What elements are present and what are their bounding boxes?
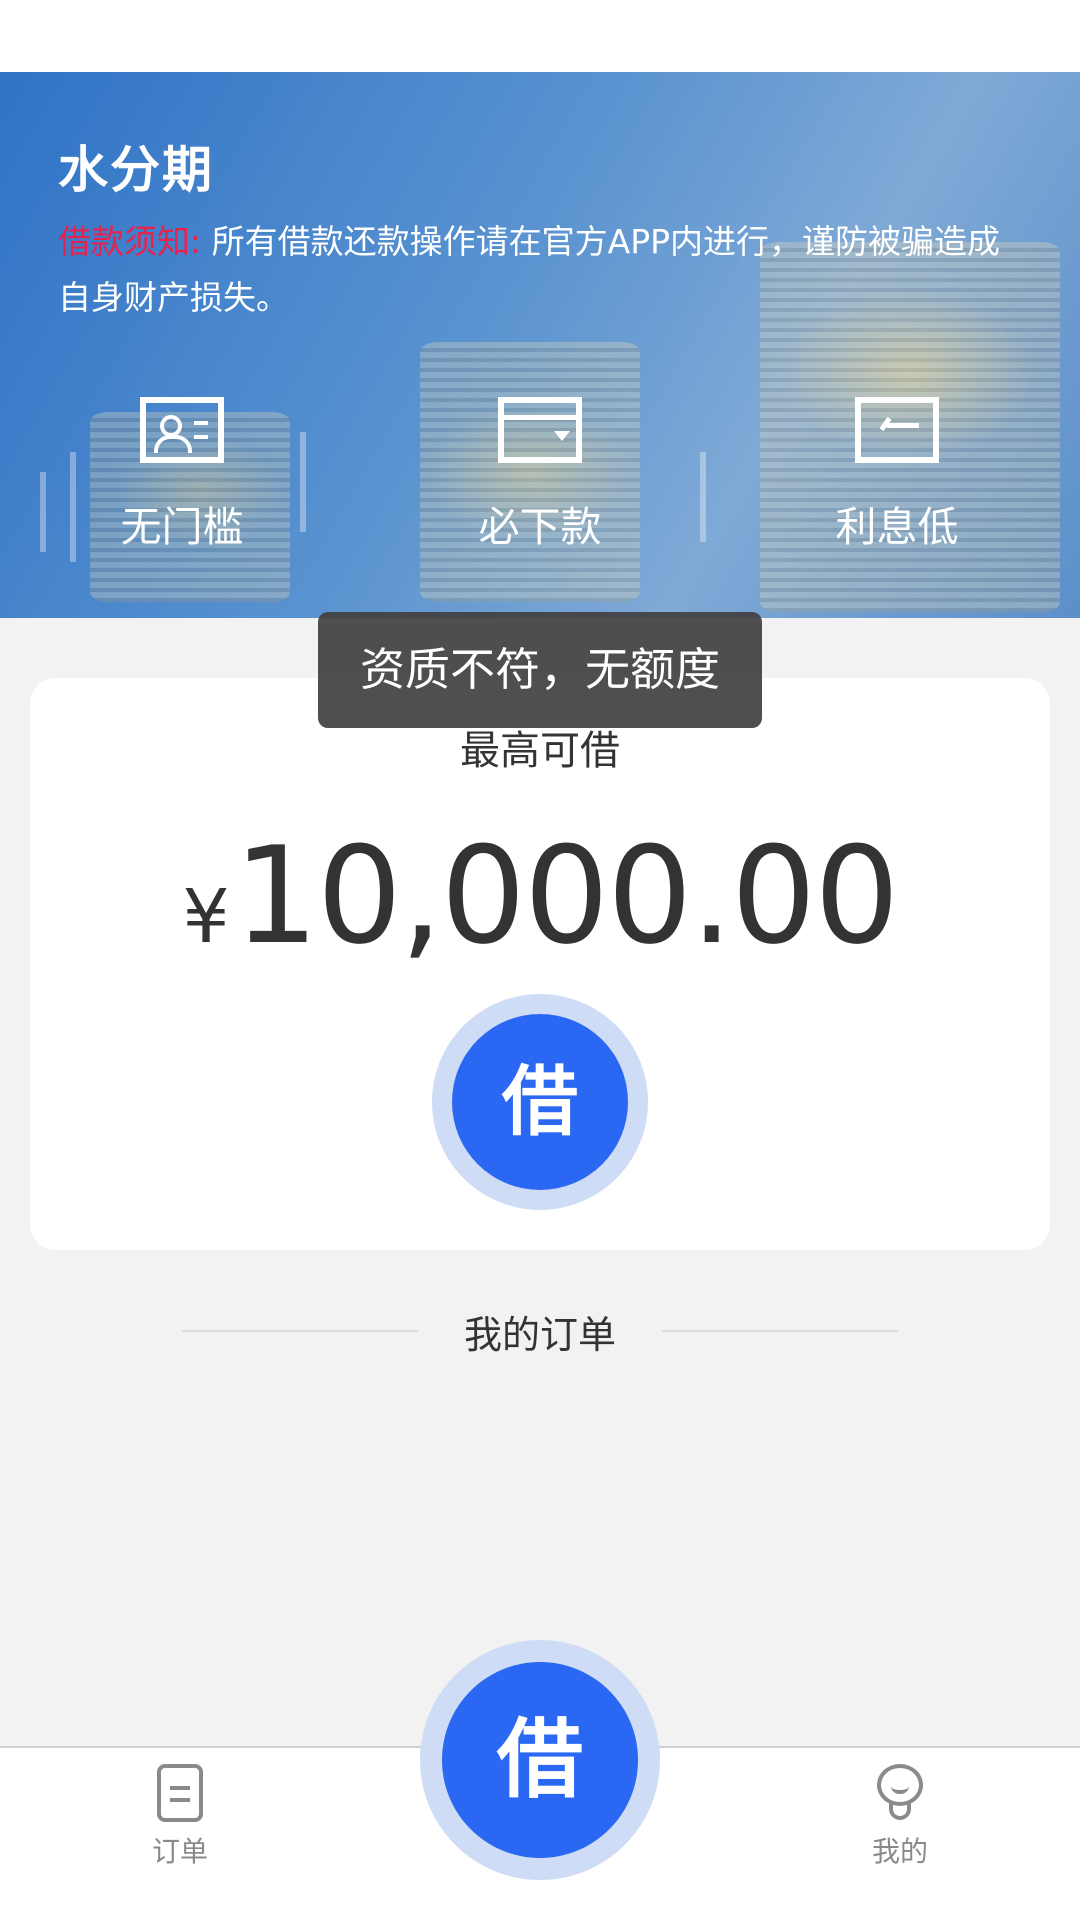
my-orders-title: 我的订单 xyxy=(463,1313,616,1357)
id-card-icon xyxy=(140,397,224,463)
feature-guaranteed: 必下款 xyxy=(430,397,650,577)
amount-value: 10,000.00 xyxy=(233,818,900,974)
orders-section-header: 我的订单 xyxy=(0,1300,1080,1360)
tab-borrow-label: 借 xyxy=(442,1662,638,1858)
notice: 借款须知: 所有借款还款操作请在官方APP内进行，谨防被骗造成自身财产损失。 xyxy=(58,214,1028,326)
tab-mine[interactable]: 我的 xyxy=(800,1764,1000,1870)
user-icon xyxy=(875,1764,925,1822)
max-amount: ¥10,000.00 xyxy=(30,818,1050,974)
rate-icon xyxy=(855,397,939,463)
tab-orders-label: 订单 xyxy=(151,1835,208,1868)
toast-message: 资质不符，无额度 xyxy=(318,612,762,728)
chart-decoration xyxy=(300,432,306,532)
feature-low-interest: 利息低 xyxy=(787,397,1007,577)
notice-label: 借款须知: xyxy=(58,222,202,261)
feature-label: 必下款 xyxy=(478,503,602,551)
tab-orders[interactable]: 订单 xyxy=(80,1764,280,1870)
feature-label: 利息低 xyxy=(835,503,959,551)
card-icon xyxy=(498,397,582,463)
currency-symbol: ¥ xyxy=(182,874,230,960)
chart-decoration xyxy=(40,472,46,552)
chart-decoration xyxy=(700,452,706,542)
header-banner: 水分期 借款须知: 所有借款还款操作请在官方APP内进行，谨防被骗造成自身财产损… xyxy=(0,72,1080,618)
tab-borrow-button[interactable]: 借 xyxy=(420,1640,660,1880)
loan-card: 最高可借 ¥10,000.00 借 xyxy=(30,678,1050,1250)
status-bar xyxy=(0,0,1080,72)
order-icon xyxy=(157,1764,203,1822)
borrow-button-label: 借 xyxy=(452,1014,628,1190)
feature-no-threshold: 无门槛 xyxy=(72,397,292,577)
tab-mine-label: 我的 xyxy=(871,1835,928,1868)
feature-label: 无门槛 xyxy=(120,503,244,551)
borrow-button[interactable]: 借 xyxy=(432,994,648,1210)
app-title: 水分期 xyxy=(58,141,214,199)
